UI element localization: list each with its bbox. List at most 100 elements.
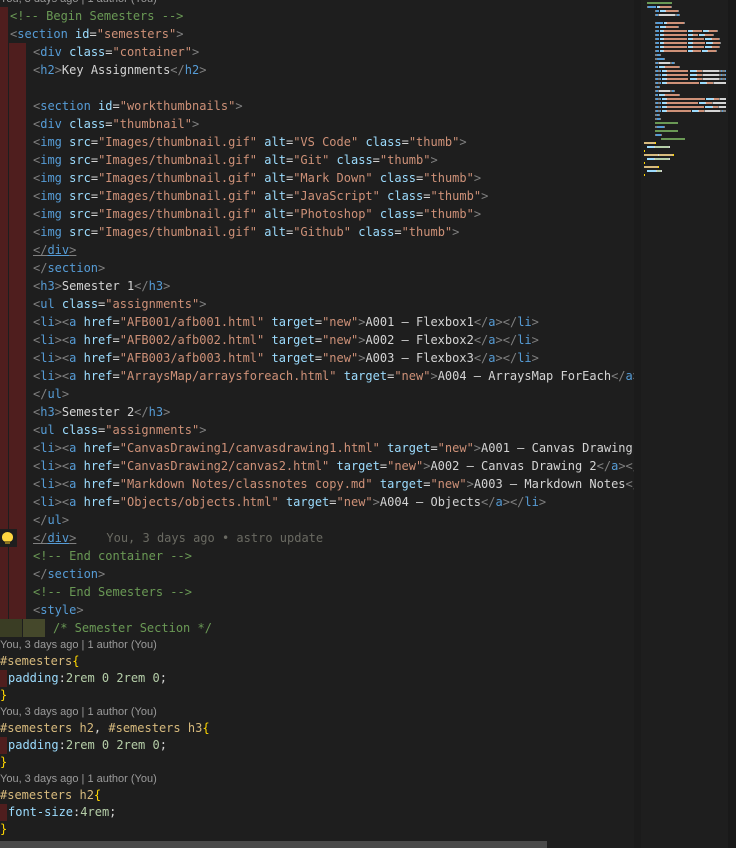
minimap-line-mark bbox=[667, 98, 706, 100]
minimap-line-mark bbox=[692, 38, 705, 40]
code-line[interactable]: #semesters h2{ bbox=[0, 787, 634, 804]
indent-highlight-block bbox=[0, 601, 8, 619]
indent-highlight-block bbox=[0, 493, 8, 511]
editor-code-area[interactable]: You, 3 days ago | 1 author (You) <!-- Beg… bbox=[0, 0, 634, 841]
minimap[interactable] bbox=[641, 0, 728, 848]
indent-highlight-block bbox=[0, 804, 7, 821]
code-line[interactable]: <img src="Images/thumbnail.gif" alt="Jav… bbox=[0, 187, 634, 205]
indent-highlight-block bbox=[9, 475, 26, 493]
code-line[interactable]: } bbox=[0, 821, 634, 838]
code-line[interactable]: <section id="workthumbnails"> bbox=[0, 97, 634, 115]
lightbulb-code-action-icon[interactable] bbox=[2, 532, 13, 544]
code-line[interactable]: <li><a href="AFB003/afb003.html" target=… bbox=[0, 349, 634, 367]
minimap-line-mark bbox=[655, 66, 659, 68]
code-line[interactable]: } bbox=[0, 687, 634, 704]
code-line[interactable]: <li><a href="Markdown Notes/classnotes c… bbox=[0, 475, 634, 493]
code-line[interactable]: <!-- Begin Semesters --> bbox=[0, 7, 634, 25]
code-line[interactable]: font-size:4rem; bbox=[0, 804, 634, 821]
minimap-line-mark bbox=[708, 50, 716, 52]
code-line[interactable]: </div> You, 3 days ago • astro update bbox=[0, 529, 634, 547]
code-line[interactable]: #semesters{ bbox=[0, 653, 634, 670]
indent-highlight-block bbox=[9, 277, 26, 295]
indent-highlight-block bbox=[0, 277, 8, 295]
code-text: <li><a href="AFB002/afb002.html" target=… bbox=[33, 333, 539, 347]
indent-highlight-block bbox=[0, 670, 7, 687]
indent-highlight-block bbox=[0, 241, 8, 259]
code-text: </div> bbox=[33, 243, 77, 257]
code-line[interactable]: <div class="thumbnail"> bbox=[0, 115, 634, 133]
git-blame-codelens[interactable]: You, 3 days ago | 1 author (You) bbox=[0, 771, 634, 787]
code-line[interactable]: <img src="Images/thumbnail.gif" alt="Git… bbox=[0, 151, 634, 169]
indent-highlight-block bbox=[9, 223, 26, 241]
minimap-line-mark bbox=[725, 74, 726, 76]
minimap-line-mark bbox=[647, 2, 673, 4]
minimap-line-mark bbox=[703, 70, 719, 72]
code-line[interactable]: <h3>Semester 1</h3> bbox=[0, 277, 634, 295]
minimap-line-mark bbox=[692, 46, 705, 48]
indent-highlight-block bbox=[9, 187, 26, 205]
minimap-line-mark bbox=[677, 26, 680, 28]
code-line[interactable]: <li><a href="AFB001/afb001.html" target=… bbox=[0, 313, 634, 331]
code-line[interactable]: <div class="container"> bbox=[0, 43, 634, 61]
minimap-line-mark bbox=[657, 166, 659, 168]
code-line[interactable]: #semesters h2, #semesters h3{ bbox=[0, 720, 634, 737]
minimap-line-mark bbox=[655, 30, 660, 32]
code-line[interactable]: <!-- End Semesters --> bbox=[0, 583, 634, 601]
minimap-line-mark bbox=[692, 42, 706, 44]
minimap-line-mark bbox=[667, 82, 699, 84]
indent-highlight-block bbox=[9, 313, 26, 331]
code-line[interactable]: padding:2rem 0 2rem 0; bbox=[0, 670, 634, 687]
code-line[interactable]: <!-- End container --> bbox=[0, 547, 634, 565]
horizontal-scrollbar[interactable] bbox=[0, 841, 547, 848]
code-line[interactable]: <li><a href="Objects/objects.html" targe… bbox=[0, 493, 634, 511]
code-text: <section id="workthumbnails"> bbox=[33, 99, 243, 113]
code-line[interactable]: </ul> bbox=[0, 385, 634, 403]
code-line[interactable]: } bbox=[0, 754, 634, 771]
minimap-line-mark bbox=[659, 86, 661, 88]
minimap-line-mark bbox=[673, 62, 675, 64]
code-line[interactable]: </div> bbox=[0, 241, 634, 259]
code-text: <li><a href="AFB001/afb001.html" target=… bbox=[33, 315, 539, 329]
code-line[interactable]: <h3>Semester 2</h3> bbox=[0, 403, 634, 421]
indent-highlight-block bbox=[0, 619, 22, 637]
code-line[interactable]: <ul class="assignments"> bbox=[0, 421, 634, 439]
code-line[interactable]: <img src="Images/thumbnail.gif" alt="VS … bbox=[0, 133, 634, 151]
minimap-line-mark bbox=[644, 142, 655, 144]
minimap-line-mark bbox=[655, 42, 660, 44]
code-line[interactable]: </section> bbox=[0, 565, 634, 583]
git-blame-codelens[interactable]: You, 3 days ago | 1 author (You) bbox=[0, 704, 634, 720]
code-line[interactable]: <li><a href="CanvasDrawing2/canvas2.html… bbox=[0, 457, 634, 475]
code-line[interactable]: <img src="Images/thumbnail.gif" alt="Mar… bbox=[0, 169, 634, 187]
code-line[interactable]: /* Semester Section */ bbox=[0, 619, 634, 637]
vertical-scrollbar-track[interactable] bbox=[728, 0, 736, 848]
code-text: <h2>Key Assignments</h2> bbox=[33, 63, 207, 77]
minimap-line-mark bbox=[659, 90, 670, 92]
code-line[interactable] bbox=[0, 79, 634, 97]
indent-highlight-block bbox=[0, 259, 8, 277]
code-text: </section> bbox=[33, 261, 106, 275]
indent-highlight-block bbox=[9, 457, 26, 475]
code-line[interactable]: padding:2rem 0 2rem 0; bbox=[0, 737, 634, 754]
code-text: <h3>Semester 2</h3> bbox=[33, 405, 171, 419]
minimap-line-mark bbox=[713, 82, 726, 84]
code-line[interactable]: <section id="semesters"> bbox=[0, 25, 634, 43]
code-line[interactable]: <li><a href="ArraysMap/arraysforeach.htm… bbox=[0, 367, 634, 385]
code-text: <img src="Images/thumbnail.gif" alt="Jav… bbox=[33, 189, 489, 203]
code-line[interactable]: </section> bbox=[0, 259, 634, 277]
minimap-line-mark bbox=[667, 110, 691, 112]
code-line[interactable]: <li><a href="CanvasDrawing1/canvasdrawin… bbox=[0, 439, 634, 457]
git-blame-codelens[interactable]: You, 3 days ago | 1 author (You) bbox=[0, 637, 634, 653]
code-line[interactable]: <img src="Images/thumbnail.gif" alt="Git… bbox=[0, 223, 634, 241]
indent-highlight-block bbox=[9, 367, 26, 385]
code-line[interactable]: <li><a href="AFB002/afb002.html" target=… bbox=[0, 331, 634, 349]
indent-highlight-block bbox=[0, 313, 8, 331]
git-blame-codelens-clipped[interactable]: You, 3 days ago | 1 author (You) bbox=[0, 0, 634, 7]
code-line[interactable]: <h2>Key Assignments</h2> bbox=[0, 61, 634, 79]
code-line[interactable]: <ul class="assignments"> bbox=[0, 295, 634, 313]
indent-highlight-block bbox=[0, 737, 7, 754]
code-line[interactable]: <style> bbox=[0, 601, 634, 619]
minimap-line-mark bbox=[655, 26, 660, 28]
code-line[interactable]: <img src="Images/thumbnail.gif" alt="Pho… bbox=[0, 205, 634, 223]
indent-highlight-block bbox=[9, 583, 26, 601]
code-line[interactable]: </ul> bbox=[0, 511, 634, 529]
